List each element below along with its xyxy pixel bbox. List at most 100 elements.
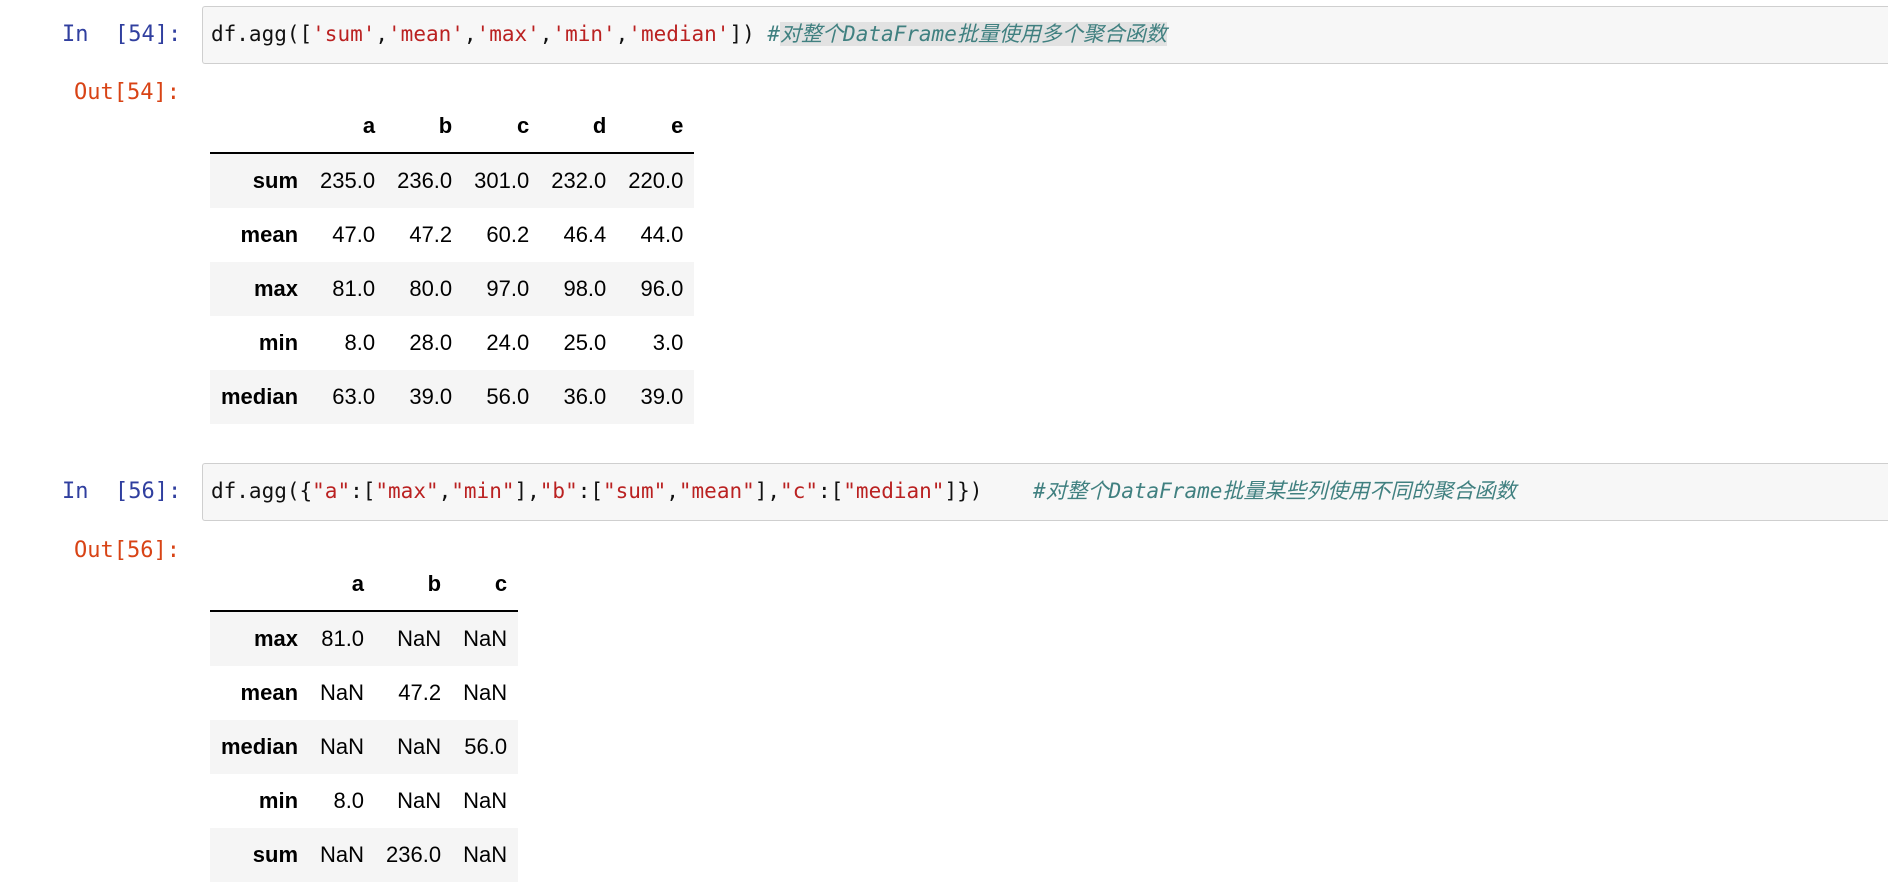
index-header — [210, 558, 310, 612]
column-header: e — [617, 100, 695, 154]
table-cell: NaN — [463, 842, 508, 867]
table-cell: 47.2 — [409, 222, 453, 247]
code-token: ]) — [729, 22, 768, 46]
table-row: max 81.0 80.0 97.0 98.0 96.0 — [210, 262, 695, 316]
input-prompt: In [56]: — [62, 479, 182, 504]
code-token: , — [666, 479, 679, 503]
table-row: median NaN NaN 56.0 — [210, 720, 519, 774]
table-cell: 56.0 — [464, 734, 508, 759]
column-header: a — [309, 558, 376, 612]
string-token: "c" — [780, 479, 818, 503]
table-cell: 63.0 — [332, 384, 376, 409]
code-cell-editor[interactable]: df.agg(['sum','mean','max','min','median… — [202, 6, 1888, 64]
table-cell: 3.0 — [652, 330, 684, 355]
code-line[interactable]: df.agg({"a":["max","min"],"b":["sum","me… — [211, 476, 1516, 506]
code-comment-highlighted: 对整个DataFrame批量使用多个聚合函数 — [780, 22, 1167, 46]
code-token: :[ — [350, 479, 376, 503]
table-cell: 36.0 — [563, 384, 607, 409]
string-token: "max" — [375, 479, 439, 503]
code-token: , — [438, 479, 452, 503]
code-token: , — [375, 22, 389, 46]
table-cell: 236.0 — [397, 168, 453, 193]
string-token: "min" — [451, 479, 515, 503]
table-cell: 236.0 — [386, 842, 442, 867]
code-line[interactable]: df.agg(['sum','mean','max','min','median… — [211, 19, 1167, 49]
table-cell: 44.0 — [640, 222, 684, 247]
dataframe-output-table: a b c max 81.0 NaN NaN mean NaN 47.2 NaN… — [210, 558, 519, 882]
code-cell-editor[interactable]: df.agg({"a":["max","min"],"b":["sum","me… — [202, 463, 1888, 521]
output-prompt: Out[56]: — [74, 538, 180, 563]
table-cell: 8.0 — [333, 788, 365, 813]
row-index-label: mean — [240, 222, 299, 247]
row-index-label: mean — [240, 680, 299, 705]
table-cell: 97.0 — [486, 276, 530, 301]
table-row: min 8.0 28.0 24.0 25.0 3.0 — [210, 316, 694, 370]
table-cell: 56.0 — [486, 384, 530, 409]
table-cell: 96.0 — [640, 276, 684, 301]
table-cell: NaN — [320, 842, 365, 867]
table-cell: 47.2 — [398, 680, 442, 705]
string-token: 'min' — [552, 22, 616, 46]
table-cell: NaN — [320, 734, 365, 759]
row-index-label: min — [258, 330, 299, 355]
table-cell: NaN — [463, 626, 508, 651]
table-cell: NaN — [463, 680, 508, 705]
table-cell: NaN — [463, 788, 508, 813]
table-cell: 232.0 — [551, 168, 607, 193]
table-cell: 220.0 — [628, 168, 684, 193]
string-token: 'mean' — [388, 22, 464, 46]
comment-hash: # — [767, 22, 781, 46]
table-cell: 39.0 — [640, 384, 684, 409]
table-cell: 235.0 — [320, 168, 376, 193]
row-index-label: sum — [252, 168, 299, 193]
table-row: mean 47.0 47.2 60.2 46.4 44.0 — [210, 208, 694, 262]
code-token: ], — [754, 479, 781, 503]
code-token: :[ — [817, 479, 844, 503]
output-prompt: Out[54]: — [74, 80, 180, 105]
table-cell: NaN — [397, 788, 442, 813]
table-cell: NaN — [320, 680, 365, 705]
code-token: :[ — [577, 479, 604, 503]
row-index-label: max — [253, 626, 299, 651]
string-token: "mean" — [678, 479, 755, 503]
column-header: a — [309, 100, 387, 154]
string-token: 'median' — [628, 22, 730, 46]
table-cell: 24.0 — [486, 330, 530, 355]
table-cell: 80.0 — [409, 276, 453, 301]
table-cell: 301.0 — [474, 168, 530, 193]
row-index-label: median — [221, 734, 299, 759]
code-token: ], — [514, 479, 540, 503]
table-cell: 60.2 — [486, 222, 530, 247]
index-header — [210, 100, 310, 154]
code-token: , — [463, 22, 477, 46]
table-cell: 25.0 — [563, 330, 607, 355]
table-cell: 46.4 — [563, 222, 607, 247]
column-header: b — [386, 100, 464, 154]
row-index-label: median — [221, 384, 299, 409]
table-cell: 39.0 — [409, 384, 453, 409]
string-token: "a" — [312, 479, 351, 503]
table-header-row: a b c — [210, 558, 519, 612]
table-cell: 81.0 — [321, 626, 365, 651]
table-row: median 63.0 39.0 56.0 36.0 39.0 — [210, 370, 695, 424]
table-row: sum 235.0 236.0 301.0 232.0 220.0 — [210, 153, 695, 208]
table-cell: 28.0 — [409, 330, 453, 355]
code-token: ]}) — [944, 479, 1033, 503]
column-header: d — [540, 100, 618, 154]
table-cell: 98.0 — [563, 276, 607, 301]
dataframe-output-table: a b c d e sum 235.0 236.0 301.0 232.0 22… — [210, 100, 695, 424]
string-token: "b" — [539, 479, 578, 503]
row-index-label: max — [253, 276, 299, 301]
column-header: c — [463, 100, 541, 154]
code-token: df.agg({ — [211, 479, 313, 503]
code-token: df.agg([ — [211, 22, 313, 46]
table-cell: 81.0 — [332, 276, 376, 301]
code-token: , — [615, 22, 629, 46]
column-header: c — [452, 558, 519, 612]
string-token: "sum" — [603, 479, 667, 503]
table-cell: NaN — [397, 626, 442, 651]
table-row: max 81.0 NaN NaN — [210, 611, 519, 666]
table-cell: 8.0 — [344, 330, 376, 355]
table-header-row: a b c d e — [210, 100, 695, 154]
string-token: "median" — [843, 479, 945, 503]
